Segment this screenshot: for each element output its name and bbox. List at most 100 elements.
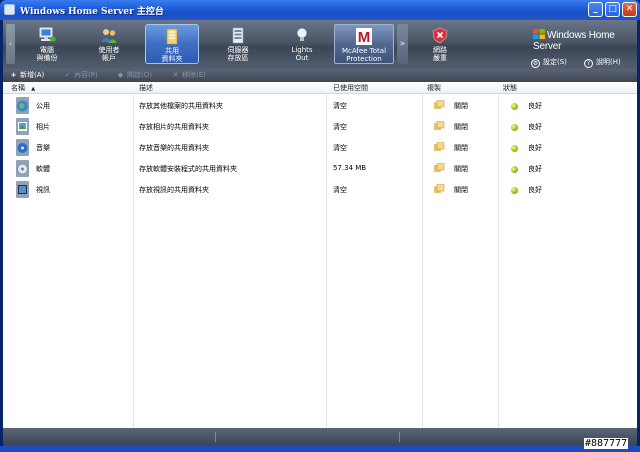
column-header-description[interactable]: 描述 [139, 83, 153, 93]
server-storage-icon [232, 27, 244, 44]
settings-label: 設定(S) [543, 58, 567, 66]
tab-label: 使用者 [98, 46, 120, 54]
app-icon [4, 4, 15, 15]
duplication-off-icon [434, 142, 445, 151]
column-header-duplication[interactable]: 複製 [427, 83, 441, 93]
folder-used-space: 清空 [333, 123, 347, 131]
music-folder-icon [16, 139, 29, 156]
add-button[interactable]: + 新增(A) [9, 70, 45, 80]
folder-used-space: 清空 [333, 186, 347, 194]
folder-duplication: 關閉 [454, 186, 468, 194]
folder-status: 良好 [528, 186, 542, 194]
tab-mcafee[interactable]: M McAfee Total Protection [334, 24, 394, 64]
help-icon: ? [584, 59, 593, 68]
checkmark-icon: ✓ [64, 71, 71, 79]
window-title: Windows Home Server 主控台 [20, 7, 164, 17]
list-header: 名稱 ▲ 描述 已使用空間 複製 狀態 [3, 82, 637, 94]
add-label: 新增(A) [20, 71, 45, 79]
brand-logo: Windows Home Server [533, 29, 637, 52]
folder-name: 軟體 [36, 165, 50, 173]
gear-icon: ⚙ [531, 59, 540, 68]
lightbulb-icon [297, 28, 307, 41]
watermark-text: #887777 [584, 438, 629, 449]
folder-duplication: 關閉 [454, 123, 468, 131]
open-button[interactable]: ◆ 開啟(O) [116, 70, 152, 80]
help-label: 說明(H) [596, 58, 621, 66]
column-header-status[interactable]: 狀態 [503, 83, 517, 93]
folder-name: 公用 [36, 102, 50, 110]
duplication-off-icon [434, 121, 445, 130]
tab-network-critical[interactable]: 網路 嚴重 [413, 24, 467, 64]
folder-name: 音樂 [36, 144, 50, 152]
duplication-off-icon [434, 100, 445, 109]
videos-folder-icon [16, 181, 29, 198]
status-healthy-icon [511, 187, 518, 194]
shared-folders-list: 名稱 ▲ 描述 已使用空間 複製 狀態 公用 存放其他檔案的共用資料夾 清空 關… [3, 82, 637, 428]
table-row[interactable]: 相片 存放相片的共用資料夾 清空 關閉 良好 [3, 116, 637, 137]
folder-status: 良好 [528, 144, 542, 152]
remove-icon: ✕ [172, 71, 179, 79]
folder-description: 存放其他檔案的共用資料夾 [139, 102, 223, 110]
app-window: Windows Home Server 主控台 _ □ ✕ ‹ 電腦 與備份 使… [0, 0, 640, 452]
maximize-button[interactable]: □ [605, 2, 620, 17]
tab-computers-backup[interactable]: 電腦 與備份 [20, 24, 74, 64]
table-row[interactable]: 視訊 存放視訊的共用資料夾 清空 關閉 良好 [3, 179, 637, 200]
plus-icon: + [10, 71, 17, 79]
user-accounts-icon [101, 29, 117, 43]
tab-lights-out[interactable]: Lights Out [275, 24, 329, 64]
nav-scroll-left-button[interactable]: ‹ [6, 24, 15, 64]
window-bottom-border [0, 446, 640, 452]
tab-server-storage[interactable]: 伺服器 存放區 [211, 24, 265, 64]
folder-duplication: 關閉 [454, 102, 468, 110]
tab-label: 嚴重 [433, 54, 447, 62]
tab-user-accounts[interactable]: 使用者 帳戶 [82, 24, 136, 64]
duplication-off-icon [434, 163, 445, 172]
duplication-off-icon [434, 184, 445, 193]
sort-ascending-icon: ▲ [31, 86, 36, 92]
nav-scroll-right-button[interactable]: » [397, 24, 408, 64]
properties-label: 內容(P) [74, 71, 98, 79]
properties-button[interactable]: ✓ 內容(P) [63, 70, 98, 80]
toolbar: + 新增(A) ✓ 內容(P) ◆ 開啟(O) ✕ 移除(E) [3, 69, 637, 82]
column-header-name[interactable]: 名稱 ▲ [11, 83, 35, 93]
folder-used-space: 清空 [333, 144, 347, 152]
minimize-button[interactable]: _ [588, 2, 603, 17]
folder-used-space: 清空 [333, 102, 347, 110]
tab-label: 共用 [165, 47, 179, 55]
folder-duplication: 關閉 [454, 165, 468, 173]
help-link[interactable]: ? 說明(H) [584, 57, 621, 68]
remove-button[interactable]: ✕ 移除(E) [171, 70, 206, 80]
table-row[interactable]: 軟體 存放軟體安裝程式的共用資料夾 57.34 MB 關閉 良好 [3, 158, 637, 179]
software-folder-icon [16, 160, 29, 177]
folder-name: 相片 [36, 123, 50, 131]
tab-label: 伺服器 [227, 46, 249, 54]
status-healthy-icon [511, 145, 518, 152]
status-healthy-icon [511, 166, 518, 173]
photos-folder-icon [16, 118, 29, 135]
settings-link[interactable]: ⚙ 設定(S) [531, 57, 567, 68]
folder-used-space: 57.34 MB [333, 164, 367, 172]
tab-label: Protection [346, 55, 382, 63]
title-bar[interactable]: Windows Home Server 主控台 _ □ ✕ [0, 0, 640, 20]
close-button[interactable]: ✕ [622, 2, 637, 17]
network-critical-icon [432, 27, 448, 44]
svg-text:M: M [358, 29, 371, 45]
table-row[interactable]: 音樂 存放音樂的共用資料夾 清空 關閉 良好 [3, 137, 637, 158]
tab-label: 網路 [433, 46, 447, 54]
folder-description: 存放相片的共用資料夾 [139, 123, 209, 131]
shared-folders-icon [166, 28, 178, 45]
status-healthy-icon [511, 103, 518, 110]
open-folder-icon: ◆ [117, 71, 124, 79]
tab-label: Lights [291, 46, 313, 54]
tab-label: 資料夾 [161, 55, 183, 63]
tab-shared-folders[interactable]: 共用 資料夾 [145, 24, 199, 64]
folder-status: 良好 [528, 165, 542, 173]
public-folder-icon [16, 97, 29, 114]
folder-name: 視訊 [36, 186, 50, 194]
folder-duplication: 關閉 [454, 144, 468, 152]
table-row[interactable]: 公用 存放其他檔案的共用資料夾 清空 關閉 良好 [3, 95, 637, 116]
column-header-used-space[interactable]: 已使用空間 [333, 83, 368, 93]
folder-description: 存放音樂的共用資料夾 [139, 144, 209, 152]
mcafee-icon: M [356, 28, 372, 45]
tab-label: McAfee Total [341, 47, 387, 55]
